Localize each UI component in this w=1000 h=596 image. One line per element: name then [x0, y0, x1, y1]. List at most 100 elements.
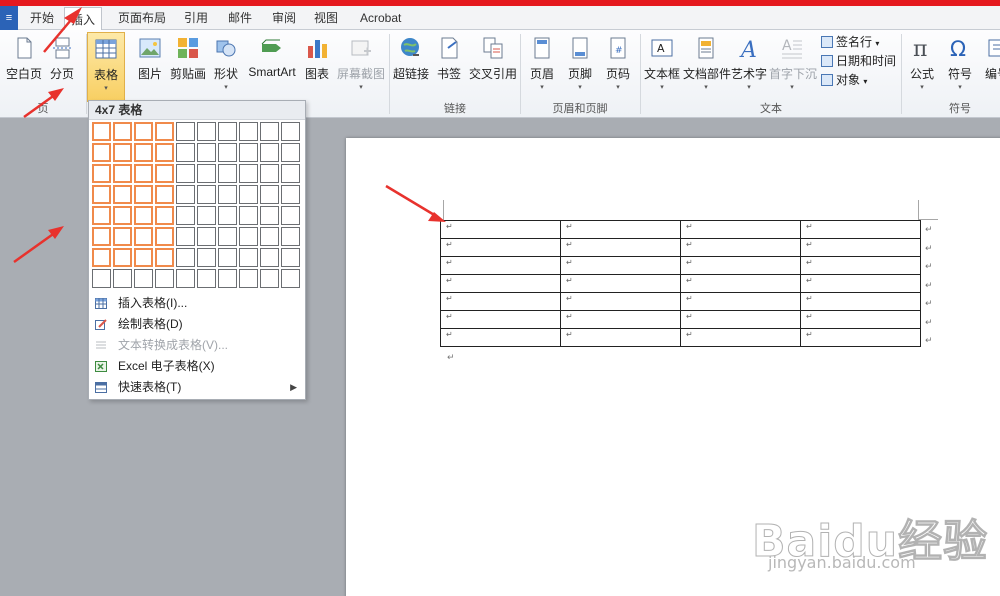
picker-cell[interactable] [239, 185, 258, 204]
hyperlink-button[interactable]: 超链接 [392, 32, 430, 98]
picker-cell-selected[interactable] [155, 185, 174, 204]
cross-reference-button[interactable]: 交叉引用 [468, 32, 518, 98]
picker-cell-selected[interactable] [155, 122, 174, 141]
picker-cell-selected[interactable] [113, 206, 132, 225]
table-cell[interactable]: ↵ [680, 220, 801, 239]
picker-cell[interactable] [260, 143, 279, 162]
table-cell[interactable]: ↵ [560, 292, 681, 311]
picker-cell[interactable] [260, 122, 279, 141]
tab-view[interactable]: 视图 [308, 6, 344, 30]
symbol-button[interactable]: Ω 符号 ▾ [943, 32, 977, 98]
file-tab[interactable]: ≡ [0, 6, 18, 30]
date-time-button[interactable]: 日期和时间 [821, 52, 896, 70]
picker-cell-selected[interactable] [113, 122, 132, 141]
table-cell[interactable]: ↵ [560, 310, 681, 329]
table-cell[interactable]: ↵ [800, 238, 921, 257]
picker-cell-selected[interactable] [113, 248, 132, 267]
tab-acrobat[interactable]: Acrobat [354, 6, 407, 30]
table-cell[interactable]: ↵ [440, 238, 561, 257]
picker-cell[interactable] [134, 269, 153, 288]
draw-table-menu-item[interactable]: 绘制表格(D) [89, 314, 305, 335]
picker-cell-selected[interactable] [134, 164, 153, 183]
picker-cell[interactable] [218, 206, 237, 225]
picker-cell[interactable] [218, 269, 237, 288]
chart-button[interactable]: 图表 [302, 32, 332, 98]
table-cell[interactable]: ↵ [560, 238, 681, 257]
text-box-button[interactable]: A 文本框 ▾ [643, 32, 681, 98]
excel-spreadsheet-menu-item[interactable]: Excel 电子表格(X) [89, 356, 305, 377]
picker-cell[interactable] [218, 164, 237, 183]
picker-cell-selected[interactable] [134, 227, 153, 246]
picker-cell[interactable] [281, 143, 300, 162]
blank-page-button[interactable]: 空白页 [4, 32, 44, 98]
picker-cell-selected[interactable] [134, 185, 153, 204]
picker-cell[interactable] [176, 164, 195, 183]
picker-cell-selected[interactable] [134, 143, 153, 162]
picker-cell-selected[interactable] [92, 122, 111, 141]
tab-home[interactable]: 开始 [24, 6, 60, 30]
picker-cell[interactable] [281, 269, 300, 288]
picker-cell-selected[interactable] [92, 164, 111, 183]
table-cell[interactable]: ↵ [800, 256, 921, 275]
clip-art-button[interactable]: 剪贴画 [168, 32, 208, 98]
table-cell[interactable]: ↵ [800, 310, 921, 329]
picker-cell[interactable] [260, 164, 279, 183]
picker-cell-selected[interactable] [113, 143, 132, 162]
screenshot-button[interactable]: 屏幕截图 ▾ [336, 32, 386, 98]
footer-button[interactable]: 页脚 ▾ [564, 32, 596, 98]
picker-cell[interactable] [176, 227, 195, 246]
table-cell[interactable]: ↵ [440, 220, 561, 239]
document-table[interactable]: ↵ ↵ ↵ ↵ ↵ ↵ ↵ ↵ ↵ ↵ ↵ ↵ ↵ ↵ ↵ ↵ ↵ ↵ ↵ ↵ ↵ ↵ ↵ ↵ ↵ ↵ ↵ ↵ [440, 220, 921, 347]
picker-cell[interactable] [176, 185, 195, 204]
picker-cell-selected[interactable] [92, 227, 111, 246]
signature-line-button[interactable]: 签名行 ▾ [821, 33, 879, 51]
picker-cell[interactable] [260, 227, 279, 246]
picker-cell-selected[interactable] [155, 206, 174, 225]
picture-button[interactable]: 图片 [134, 32, 166, 98]
picker-cell-selected[interactable] [113, 227, 132, 246]
picker-cell[interactable] [176, 248, 195, 267]
picker-cell[interactable] [197, 269, 216, 288]
picker-cell-selected[interactable] [134, 248, 153, 267]
picker-cell[interactable] [218, 143, 237, 162]
insert-table-menu-item[interactable]: 插入表格(I)... [89, 293, 305, 314]
table-cell[interactable]: ↵ [680, 256, 801, 275]
picker-cell[interactable] [113, 269, 132, 288]
table-cell[interactable]: ↵ [440, 256, 561, 275]
table-cell[interactable]: ↵ [800, 220, 921, 239]
picker-cell[interactable] [281, 164, 300, 183]
header-button[interactable]: 页眉 ▾ [526, 32, 558, 98]
picker-cell[interactable] [218, 185, 237, 204]
picker-cell[interactable] [260, 269, 279, 288]
picker-cell[interactable] [176, 143, 195, 162]
picker-cell[interactable] [239, 143, 258, 162]
picker-cell[interactable] [197, 248, 216, 267]
picker-cell[interactable] [197, 164, 216, 183]
picker-cell[interactable] [239, 206, 258, 225]
table-cell[interactable]: ↵ [440, 328, 561, 347]
picker-cell[interactable] [239, 122, 258, 141]
table-cell[interactable]: ↵ [560, 256, 681, 275]
picker-cell[interactable] [281, 185, 300, 204]
picker-cell[interactable] [260, 248, 279, 267]
table-cell[interactable]: ↵ [800, 274, 921, 293]
picker-cell-selected[interactable] [113, 164, 132, 183]
picker-cell-selected[interactable] [155, 227, 174, 246]
table-cell[interactable]: ↵ [680, 274, 801, 293]
tab-mailings[interactable]: 邮件 [222, 6, 258, 30]
table-cell[interactable]: ↵ [440, 292, 561, 311]
picker-cell[interactable] [197, 185, 216, 204]
tab-references[interactable]: 引用 [178, 6, 214, 30]
page-break-button[interactable]: 分页 [46, 32, 78, 98]
object-button[interactable]: 对象 ▾ [821, 71, 867, 89]
table-cell[interactable]: ↵ [560, 328, 681, 347]
picker-cell-selected[interactable] [155, 143, 174, 162]
tab-page-layout[interactable]: 页面布局 [112, 6, 172, 30]
tab-insert[interactable]: 插入 [64, 7, 103, 31]
picker-cell[interactable] [176, 269, 195, 288]
picker-cell[interactable] [281, 248, 300, 267]
table-cell[interactable]: ↵ [560, 274, 681, 293]
drop-cap-button[interactable]: A 首字下沉 ▾ [769, 32, 817, 98]
picker-cell[interactable] [197, 227, 216, 246]
picker-cell-selected[interactable] [92, 143, 111, 162]
